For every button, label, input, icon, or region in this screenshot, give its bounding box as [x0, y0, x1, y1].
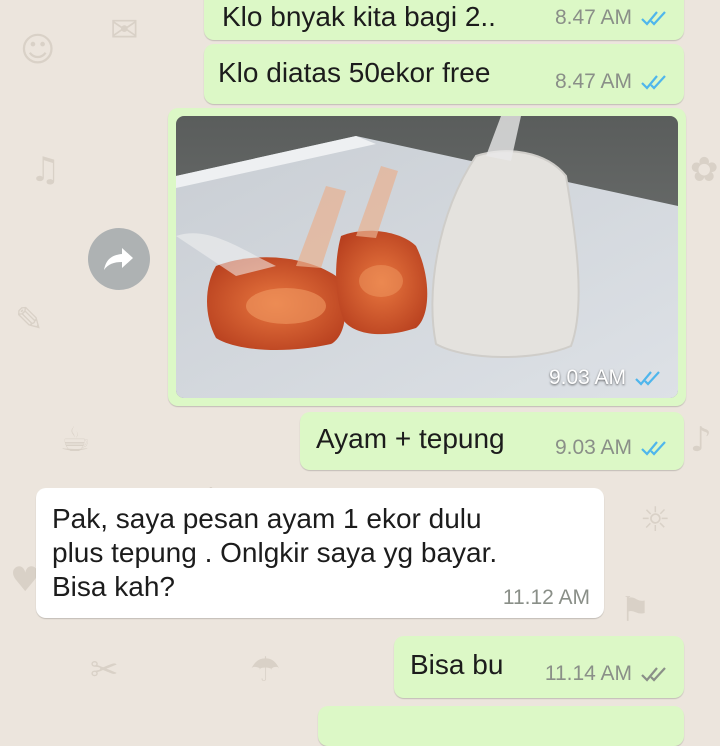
forward-button[interactable]	[88, 228, 150, 290]
message-time: 11.14 AM	[544, 662, 632, 685]
message-bubble-1[interactable]: Klo bnyak kita bagi 2.. 8.47 AM	[204, 0, 684, 40]
message-bubble-2[interactable]: Klo diatas 50ekor free 8.47 AM	[204, 44, 684, 104]
message-time: 8.47 AM	[554, 70, 632, 93]
read-ticks-icon	[635, 371, 660, 386]
image-message-photo[interactable]: 9.03 AM	[176, 116, 678, 398]
message-meta: 9.03 AM	[555, 436, 670, 460]
message-text-line-2: plus tepung . Onlgkir saya yg bayar.	[52, 537, 498, 568]
message-text: Bisa bu	[410, 649, 504, 680]
image-message-meta: 9.03 AM	[549, 366, 664, 390]
message-time: 8.47 AM	[554, 6, 632, 29]
read-ticks-icon	[641, 441, 666, 456]
message-time: 9.03 AM	[548, 366, 626, 389]
message-meta: 8.47 AM	[555, 70, 670, 94]
message-meta: 11.14 AM	[545, 662, 670, 686]
message-bubble-7-partial[interactable]	[318, 706, 684, 746]
message-bubble-6[interactable]: Bisa bu 11.14 AM	[394, 636, 684, 698]
message-meta: 11.12 AM	[503, 586, 590, 610]
message-time: 9.03 AM	[554, 436, 632, 459]
message-text: Ayam + tepung	[316, 423, 505, 454]
message-bubble-4[interactable]: Ayam + tepung 9.03 AM	[300, 412, 684, 470]
message-time: 11.12 AM	[502, 586, 590, 609]
message-meta: 8.47 AM	[555, 6, 670, 30]
read-ticks-icon	[641, 75, 666, 90]
message-bubble-5[interactable]: Pak, saya pesan ayam 1 ekor dulu plus te…	[36, 488, 604, 618]
forward-share-icon	[104, 248, 133, 270]
message-text-line-1: Pak, saya pesan ayam 1 ekor dulu	[52, 503, 482, 534]
photo-chicken-and-flour-bags-icon	[176, 116, 678, 398]
message-text: Klo bnyak kita bagi 2..	[222, 1, 496, 32]
message-text: Klo diatas 50ekor free	[218, 57, 491, 88]
message-text-line-3: Bisa kah?	[52, 571, 175, 602]
delivered-ticks-icon	[641, 667, 666, 682]
read-ticks-icon	[641, 11, 666, 26]
